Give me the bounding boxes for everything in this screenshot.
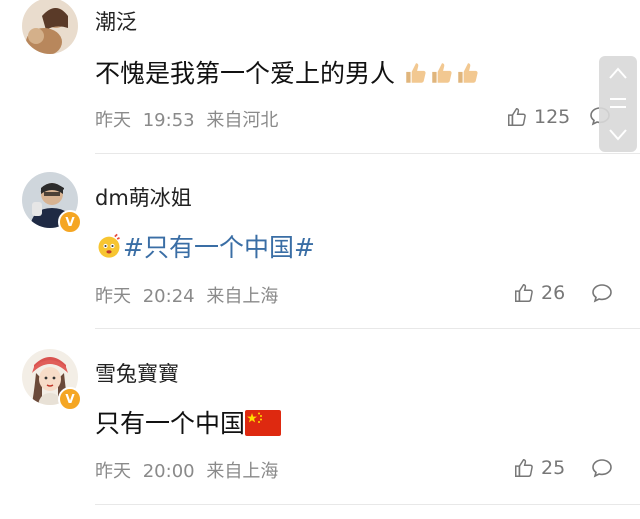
divider [95,328,640,329]
comment-time: 20:00 [142,461,195,482]
china-flag-icon [245,410,282,436]
like-count: 25 [541,457,566,479]
avatar[interactable] [22,0,78,54]
hashtag-link[interactable]: #只有一个中国# [123,233,315,262]
comment-date: 昨天 [95,461,131,482]
comment-text-body: 不愧是我第一个爱上的男人 [95,59,396,88]
comment-time: 20:24 [142,286,195,307]
username[interactable]: 雪兔寶寶 [95,358,179,388]
scroll-control[interactable] [599,56,637,152]
thumbs-up-outline-icon [515,284,533,302]
comment-text: 只有一个中国 [95,404,282,440]
comment-text-body: 只有一个中国 [95,409,246,438]
like-button[interactable]: 125 [506,106,570,128]
thumbs-up-icon [458,63,478,83]
comment-time: 19:53 [142,110,195,131]
comment-location: 来自河北 [206,110,279,131]
drag-handle-icon[interactable] [608,96,628,110]
divider [95,153,640,154]
comment-date: 昨天 [95,286,131,307]
like-count: 125 [534,106,571,128]
comment-meta: 昨天 20:00 来自上海 [95,457,278,483]
comment-location: 来自上海 [206,461,279,482]
verified-badge: V [58,210,82,234]
like-button[interactable]: 26 [513,282,565,304]
thumbs-up-icon [432,63,452,83]
comment-text: 不愧是我第一个爱上的男人 [95,54,481,90]
comment-location: 来自上海 [206,286,279,307]
comment-meta: 昨天 20:24 来自上海 [95,282,278,308]
chevron-up-icon[interactable] [608,66,628,80]
comment-reply-icon[interactable] [590,281,614,305]
comment-reply-icon[interactable] [590,456,614,480]
divider [95,504,640,505]
comment-text: #只有一个中国# [95,228,315,264]
verified-badge: V [58,387,82,411]
comment-meta: 昨天 19:53 来自河北 [95,106,278,132]
like-button[interactable]: 25 [513,457,565,479]
username[interactable]: 潮泛 [95,6,137,36]
username[interactable]: dm萌冰姐 [95,182,192,212]
like-count: 26 [541,282,566,304]
emoji-icon [98,233,120,258]
chevron-down-icon[interactable] [608,128,628,142]
thumbs-up-icon [406,63,426,83]
thumbs-up-outline-icon [515,459,533,477]
thumbs-up-emoji-group [395,59,481,88]
thumbs-up-outline-icon [508,108,526,126]
comment-date: 昨天 [95,110,131,131]
